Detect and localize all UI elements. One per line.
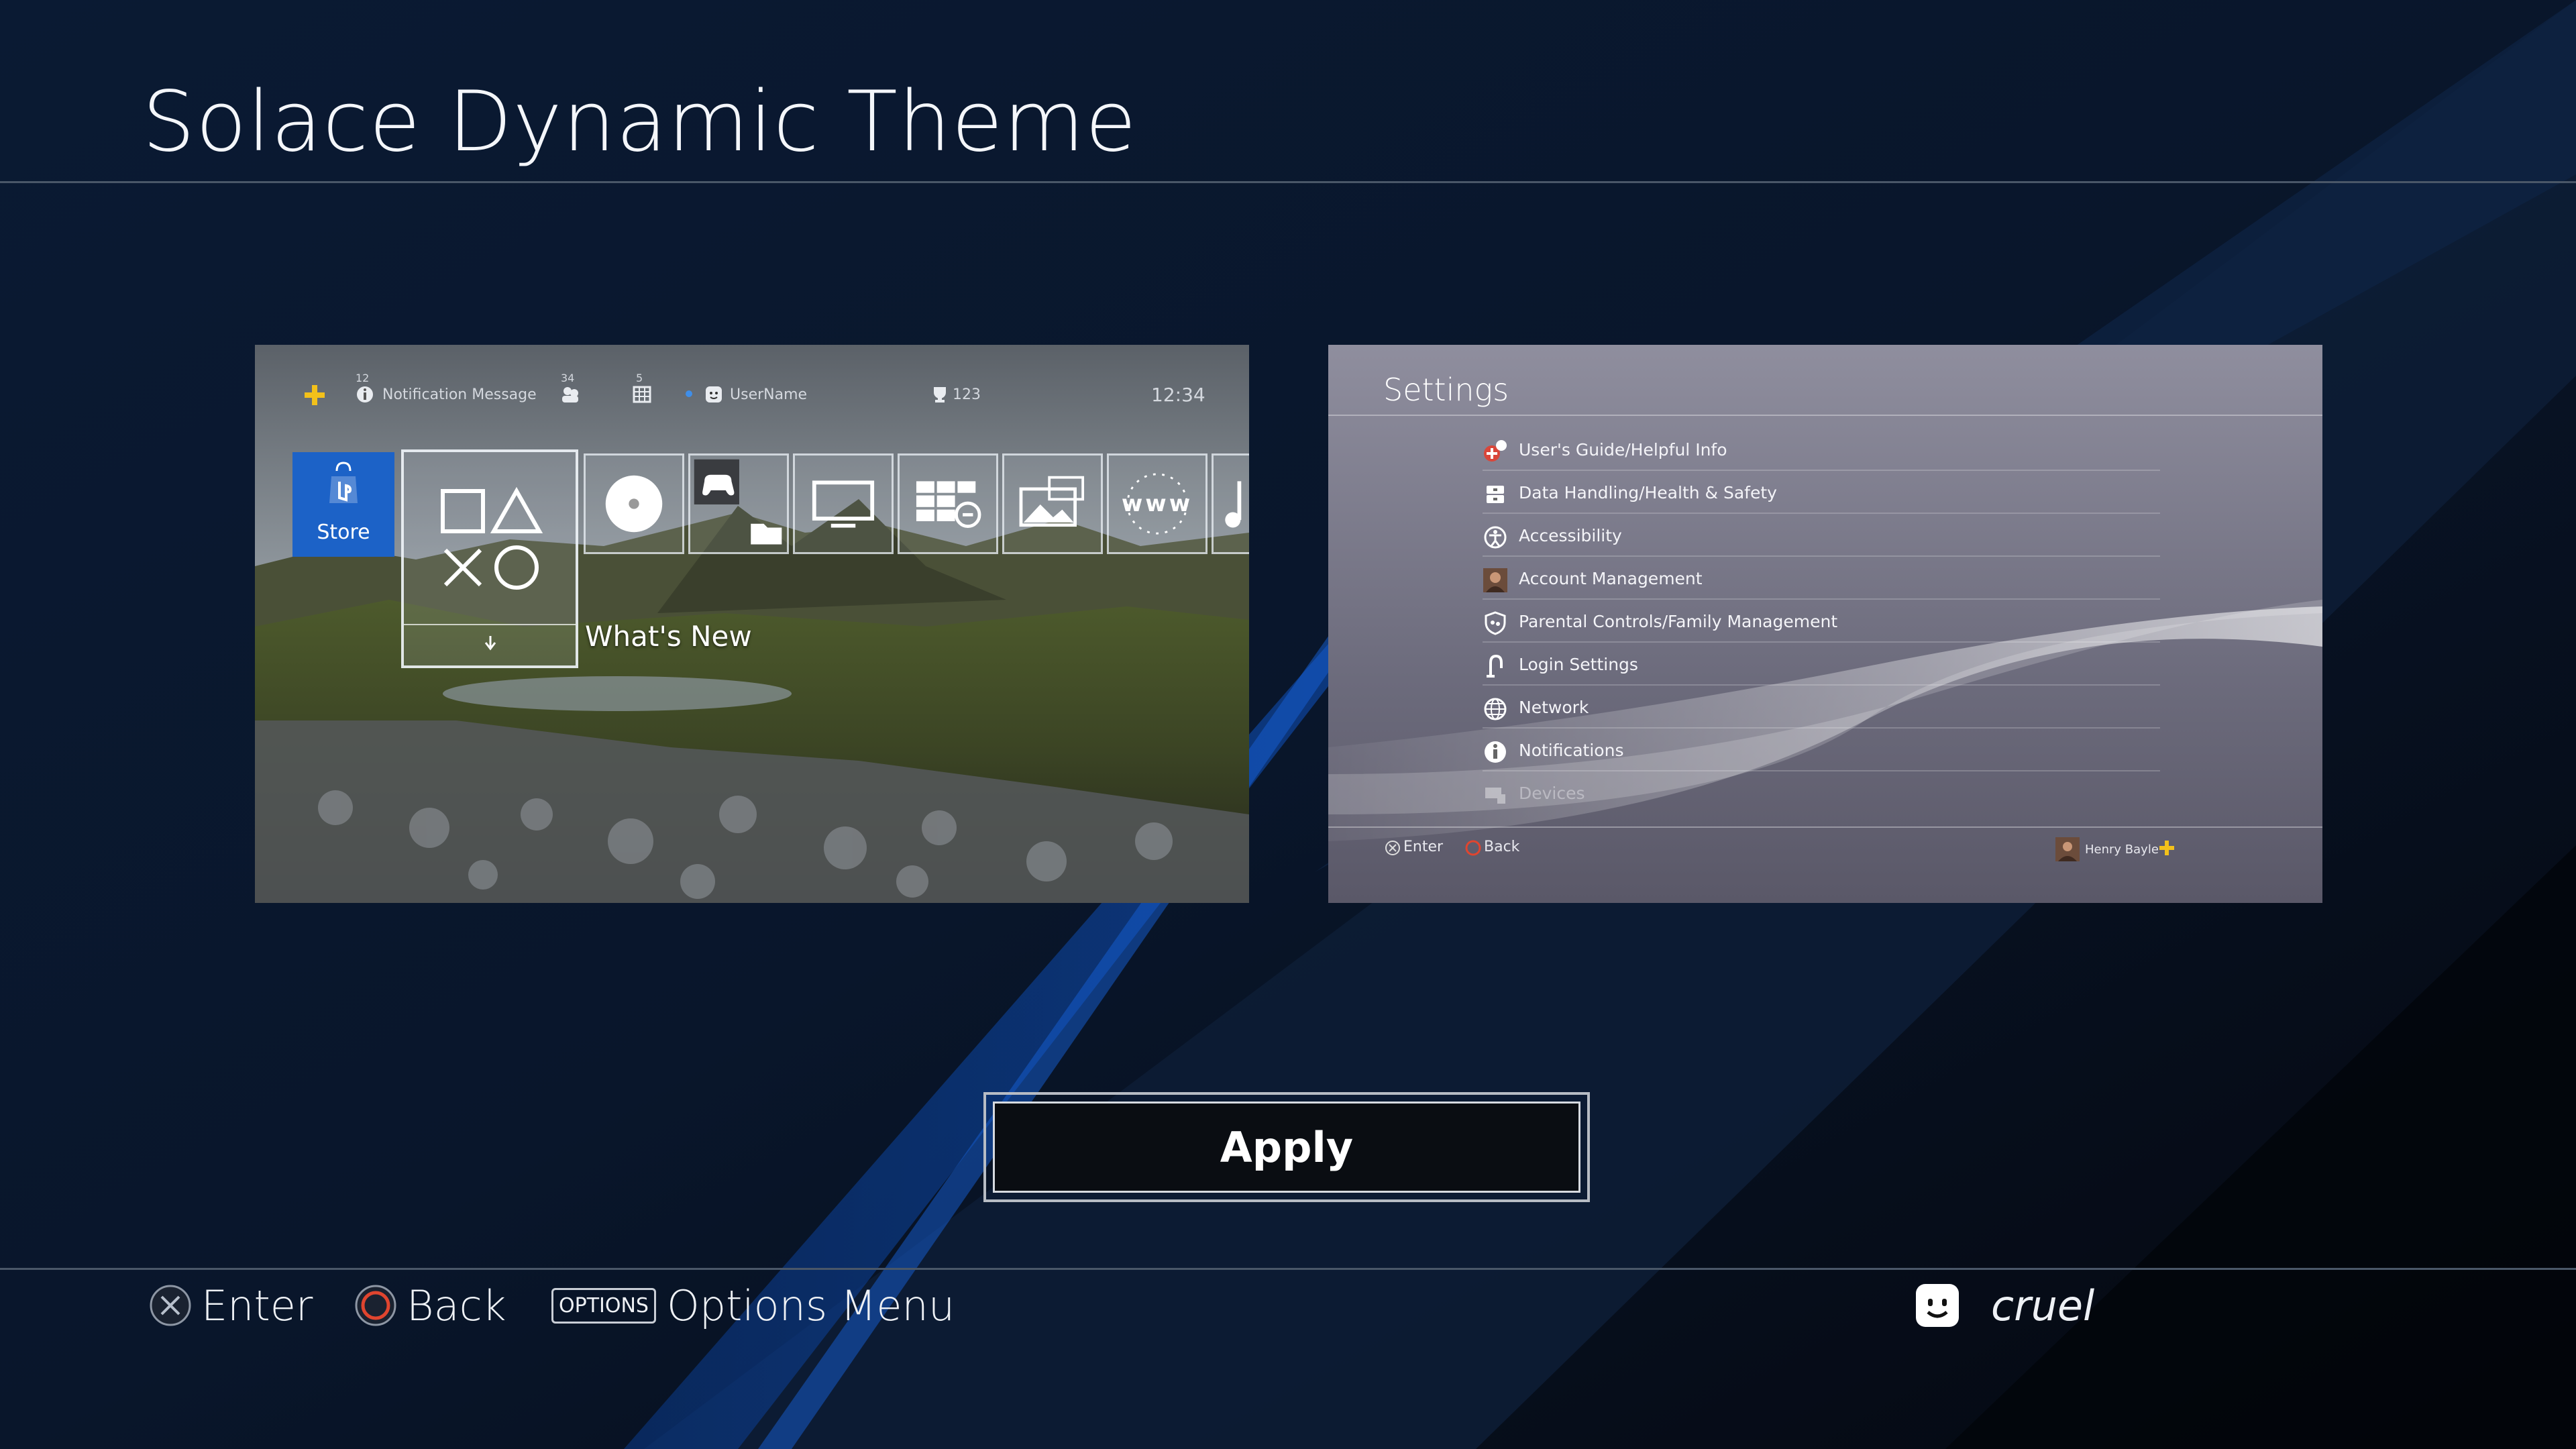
- settings-item-label: Notifications: [1519, 741, 1624, 760]
- cross-button-icon: [150, 1285, 191, 1326]
- ps-plus-icon: [2159, 841, 2174, 855]
- online-dot-icon: [686, 390, 692, 397]
- settings-item-label: User's Guide/Helpful Info: [1519, 440, 1727, 460]
- user-avatar-icon: [2055, 837, 2080, 861]
- music-note-icon: [1225, 481, 1242, 528]
- library-icon: [694, 459, 782, 545]
- settings-preview: Settings User's Guide/Helpful Info Data …: [1328, 345, 2322, 903]
- arrow-down-icon: [484, 636, 496, 651]
- header-divider: [0, 181, 2576, 183]
- store-label: Store: [317, 521, 370, 544]
- capture-gallery-tile[interactable]: [898, 453, 998, 554]
- settings-divider: [1328, 415, 2322, 416]
- settings-item-label: Data Handling/Health & Safety: [1519, 483, 1777, 502]
- notification-message: Notification Message: [382, 386, 537, 403]
- ps-shapes-icon: [441, 486, 543, 590]
- user-face-icon: [1916, 1284, 1959, 1327]
- settings-item-label: Login Settings: [1519, 655, 1638, 674]
- disc-tile[interactable]: [584, 453, 684, 554]
- apply-button[interactable]: Apply: [993, 1102, 1580, 1193]
- footer-enter-label: Enter: [201, 1281, 313, 1330]
- ps-plus-icon: [305, 385, 325, 405]
- settings-footer-back: Back: [1484, 839, 1520, 855]
- picture-icon: [1019, 476, 1085, 527]
- page-title: Solace Dynamic Theme: [142, 74, 1137, 170]
- tv-video-tile[interactable]: [793, 453, 894, 554]
- store-tile[interactable]: Store: [292, 452, 394, 557]
- messages-icon: [633, 386, 651, 403]
- settings-item-users-guide[interactable]: User's Guide/Helpful Info: [1483, 428, 2160, 471]
- grid-icon: [916, 481, 981, 528]
- trophy-count: 123: [953, 386, 981, 403]
- store-bag-icon: [329, 462, 358, 503]
- apply-button-frame: Apply: [983, 1092, 1590, 1202]
- tv-icon: [812, 480, 875, 528]
- settings-footer-enter: Enter: [1403, 839, 1444, 855]
- footer-back-label: Back: [407, 1281, 506, 1330]
- info-icon: [357, 386, 373, 402]
- options-button-icon: OPTIONS: [551, 1287, 656, 1324]
- settings-item-notifications[interactable]: Notifications: [1483, 729, 2160, 771]
- login-icon: [1487, 654, 1503, 678]
- disc-icon: [605, 475, 663, 533]
- avatar-icon: [1483, 568, 1507, 592]
- cross-button-icon: [1385, 841, 1400, 855]
- shield-icon: [1485, 611, 1506, 635]
- settings-footer-user: Henry Bayle: [2085, 843, 2159, 857]
- settings-footer-divider: [1328, 826, 2322, 828]
- footer-enter-hint[interactable]: Enter: [149, 1279, 313, 1332]
- settings-item-account-management[interactable]: Account Management: [1483, 557, 2160, 600]
- footer-options-label: Options Menu: [666, 1281, 955, 1330]
- settings-item-devices[interactable]: Devices: [1483, 771, 2160, 814]
- user-avatar-icon: [706, 386, 722, 402]
- settings-item-accessibility[interactable]: Accessibility: [1483, 514, 2160, 557]
- messages-count: 5: [636, 372, 643, 384]
- whats-new-tile[interactable]: [401, 449, 578, 668]
- settings-item-label: Parental Controls/Family Management: [1519, 612, 1838, 631]
- circle-button-icon: [355, 1285, 396, 1326]
- settings-item-label: Network: [1519, 698, 1589, 717]
- settings-item-parental-controls[interactable]: Parental Controls/Family Management: [1483, 600, 2160, 643]
- www-label: www: [1121, 490, 1193, 517]
- circle-button-icon: [1465, 840, 1481, 856]
- notification-count: 12: [356, 372, 370, 384]
- footer-options-hint[interactable]: OPTIONS Options Menu: [551, 1279, 955, 1332]
- footer-divider: [0, 1268, 2576, 1270]
- accessibility-icon: [1484, 526, 1507, 549]
- footer-user: cruel: [1913, 1279, 2094, 1332]
- clock: 12:34: [1151, 384, 1205, 406]
- user-name: UserName: [730, 386, 808, 403]
- music-tile[interactable]: [1212, 453, 1249, 554]
- home-screen-preview: 12 Notification Message 34 5 UserName 12…: [255, 345, 1249, 903]
- settings-item-data-handling[interactable]: Data Handling/Health & Safety: [1483, 471, 2160, 514]
- settings-item-network[interactable]: Network: [1483, 686, 2160, 729]
- info-icon: [1485, 741, 1506, 763]
- guide-icon: [1484, 440, 1507, 462]
- settings-item-label: Account Management: [1519, 569, 1703, 588]
- whats-new-label: What's New: [585, 620, 752, 653]
- photos-tile[interactable]: [1002, 453, 1103, 554]
- trophy-icon: [934, 387, 946, 402]
- safety-icon: [1487, 486, 1504, 503]
- footer-user-name: cruel: [1991, 1281, 2095, 1330]
- devices-icon: [1485, 788, 1505, 804]
- footer-back-hint[interactable]: Back: [354, 1279, 506, 1332]
- friends-count: 34: [561, 372, 575, 384]
- settings-item-label: Devices: [1519, 784, 1585, 803]
- library-tile[interactable]: [688, 453, 789, 554]
- globe-icon: [1484, 698, 1507, 720]
- settings-item-login-settings[interactable]: Login Settings: [1483, 643, 2160, 686]
- settings-item-label: Accessibility: [1519, 526, 1622, 545]
- internet-browser-tile[interactable]: www: [1107, 453, 1208, 554]
- friends-icon: [562, 387, 578, 402]
- settings-title: Settings: [1383, 372, 1509, 408]
